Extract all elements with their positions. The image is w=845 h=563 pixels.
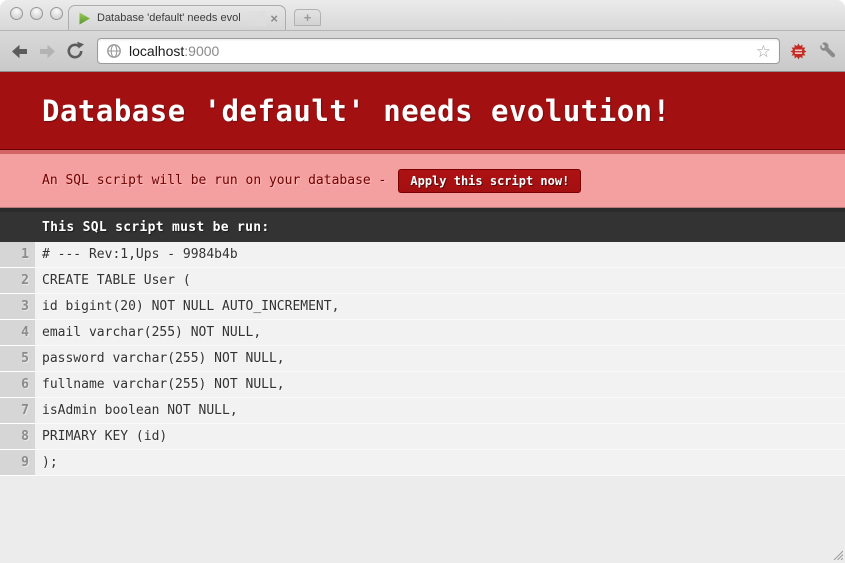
line-text: fullname varchar(255) NOT NULL, — [35, 372, 845, 398]
browser-tab[interactable]: Database 'default' needs evol × — [68, 5, 286, 30]
globe-icon — [106, 43, 122, 59]
code-line-row: 1 # --- Rev:1,Ups - 9984b4b — [0, 242, 845, 268]
line-number: 6 — [0, 372, 35, 398]
line-number: 3 — [0, 294, 35, 320]
code-line-row: 2 CREATE TABLE User ( — [0, 268, 845, 294]
line-number: 9 — [0, 450, 35, 476]
line-number: 2 — [0, 268, 35, 294]
line-number: 5 — [0, 346, 35, 372]
tab-title: Database 'default' needs evol — [97, 11, 266, 26]
line-number: 4 — [0, 320, 35, 346]
back-arrow-icon — [10, 43, 29, 60]
line-number: 1 — [0, 242, 35, 268]
zoom-window-button[interactable] — [50, 7, 63, 20]
script-bar: This SQL script must be run: — [0, 208, 845, 242]
window-resize-grip-icon[interactable] — [831, 548, 843, 560]
tab-close-icon[interactable]: × — [270, 12, 278, 25]
line-text: email varchar(255) NOT NULL, — [35, 320, 845, 346]
code-line-row: 7 isAdmin boolean NOT NULL, — [0, 398, 845, 424]
banner-message: An SQL script will be run on your databa… — [42, 173, 386, 188]
title-bar: Database 'default' needs evol × + — [0, 0, 845, 30]
line-text: PRIMARY KEY (id) — [35, 424, 845, 450]
close-window-button[interactable] — [10, 7, 23, 20]
url-text[interactable]: localhost:9000 — [129, 43, 756, 59]
line-text: password varchar(255) NOT NULL, — [35, 346, 845, 372]
tab-title-fade — [240, 11, 266, 26]
sql-script-block: 1 # --- Rev:1,Ups - 9984b4b 2 CREATE TAB… — [0, 242, 845, 476]
forward-button[interactable] — [36, 39, 60, 63]
new-tab-button[interactable]: + — [294, 9, 321, 26]
minimize-window-button[interactable] — [30, 7, 43, 20]
browser-toolbar: localhost:9000 ☆ — [0, 30, 845, 72]
line-text: CREATE TABLE User ( — [35, 268, 845, 294]
line-number: 8 — [0, 424, 35, 450]
code-line-row: 9 ); — [0, 450, 845, 476]
browser-window: Database 'default' needs evol × + — [0, 0, 845, 563]
line-text: isAdmin boolean NOT NULL, — [35, 398, 845, 424]
code-line-row: 4 email varchar(255) NOT NULL, — [0, 320, 845, 346]
wrench-icon[interactable] — [819, 42, 837, 60]
line-text: id bigint(20) NOT NULL AUTO_INCREMENT, — [35, 294, 845, 320]
page-title: Database 'default' needs evolution! — [42, 94, 671, 128]
error-header: Database 'default' needs evolution! — [0, 72, 845, 150]
script-bar-label: This SQL script must be run: — [42, 220, 270, 235]
line-number: 7 — [0, 398, 35, 424]
address-bar[interactable]: localhost:9000 ☆ — [97, 38, 780, 64]
reload-icon — [65, 41, 85, 61]
red-badge-extension-icon[interactable] — [790, 43, 807, 60]
window-controls — [10, 7, 63, 20]
code-line-row: 8 PRIMARY KEY (id) — [0, 424, 845, 450]
forward-arrow-icon — [38, 43, 57, 60]
evolution-banner: An SQL script will be run on your databa… — [0, 150, 845, 208]
code-line-row: 6 fullname varchar(255) NOT NULL, — [0, 372, 845, 398]
apply-script-button[interactable]: Apply this script now! — [398, 169, 581, 193]
line-text: ); — [35, 450, 845, 476]
code-line-row: 3 id bigint(20) NOT NULL AUTO_INCREMENT, — [0, 294, 845, 320]
play-framework-favicon-icon — [78, 12, 91, 25]
reload-button[interactable] — [63, 39, 87, 63]
page-content: Database 'default' needs evolution! An S… — [0, 72, 845, 562]
code-line-row: 5 password varchar(255) NOT NULL, — [0, 346, 845, 372]
back-button[interactable] — [8, 39, 32, 63]
bookmark-star-icon[interactable]: ☆ — [756, 43, 771, 60]
line-text: # --- Rev:1,Ups - 9984b4b — [35, 242, 845, 268]
